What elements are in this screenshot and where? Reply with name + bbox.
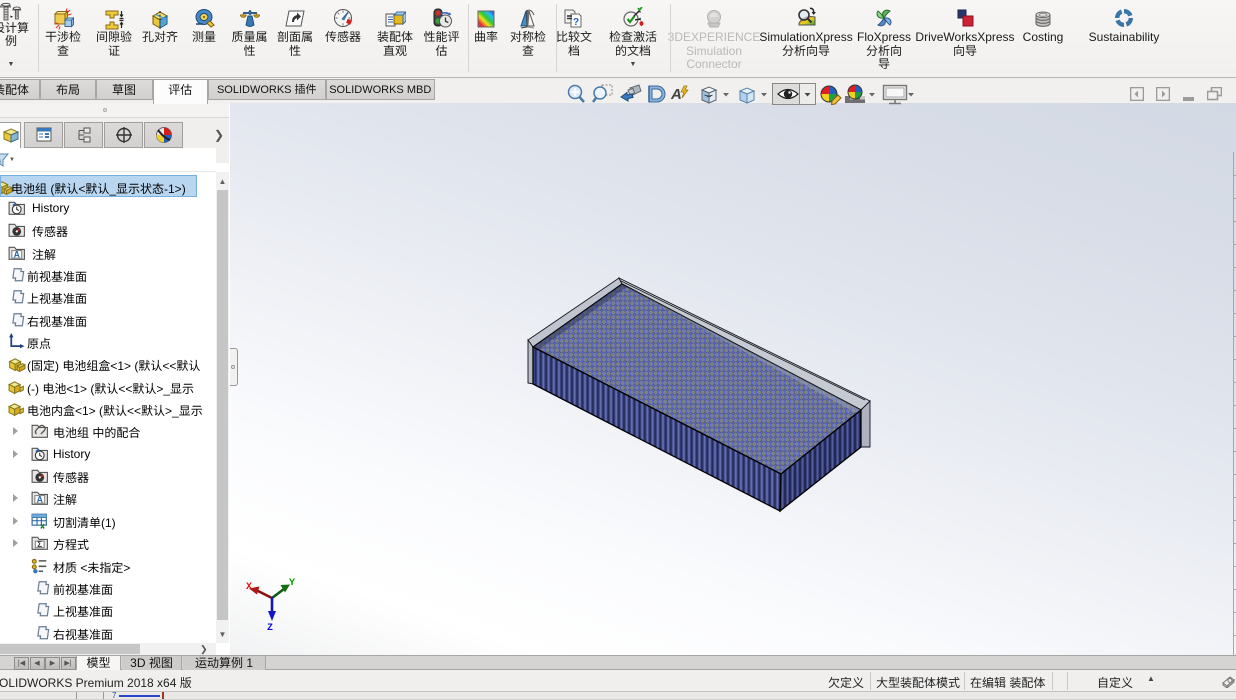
svg-text:Z: Z: [267, 623, 273, 634]
svg-text:Σ: Σ: [37, 540, 42, 549]
svg-text:Y: Y: [289, 578, 295, 589]
svg-text:A: A: [670, 86, 682, 103]
svg-text:A: A: [14, 249, 21, 259]
svg-text:X: X: [246, 582, 252, 593]
svg-text:A: A: [37, 495, 44, 505]
